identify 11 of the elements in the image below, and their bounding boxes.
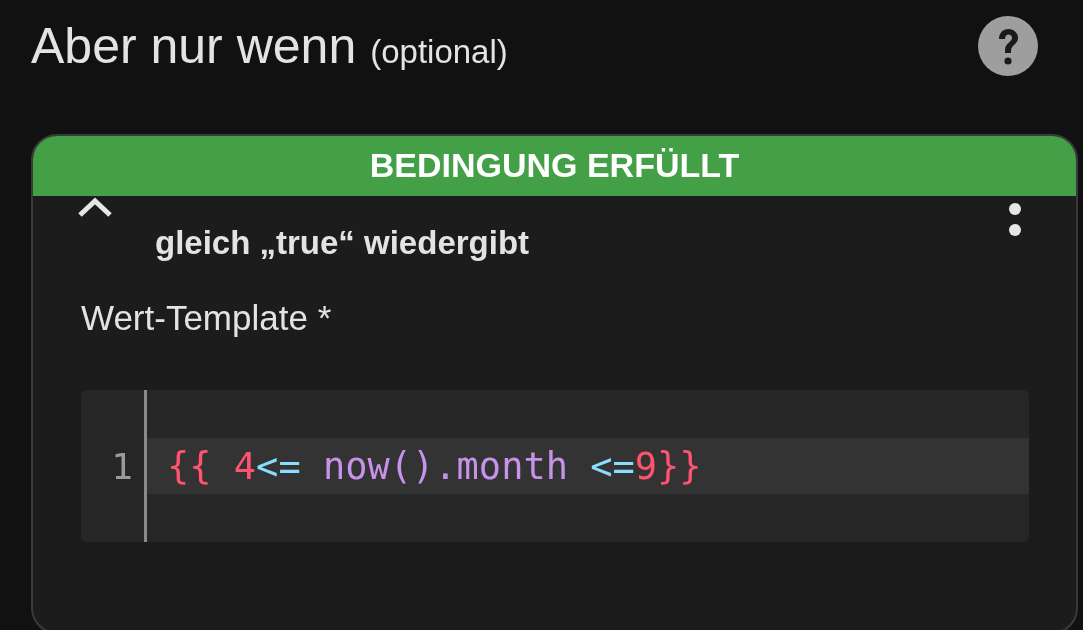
help-icon[interactable] (978, 16, 1038, 76)
field-label: Wert-Template * (81, 298, 333, 338)
code-editor[interactable]: 1 {{ 4<= now().month <=9}} (81, 390, 1029, 542)
line-number: 1 (110, 445, 133, 487)
section-title: Aber nur wenn (31, 17, 357, 75)
more-icon[interactable] (1008, 203, 1022, 237)
chevron-icon[interactable] (77, 196, 113, 218)
status-banner: BEDINGUNG ERFÜLLT (33, 136, 1076, 196)
optional-label: (optional) (370, 33, 508, 71)
condition-summary: gleich „true“ wiedergibt (155, 224, 531, 262)
code-line: {{ 4<= now().month <=9}} (167, 444, 702, 488)
